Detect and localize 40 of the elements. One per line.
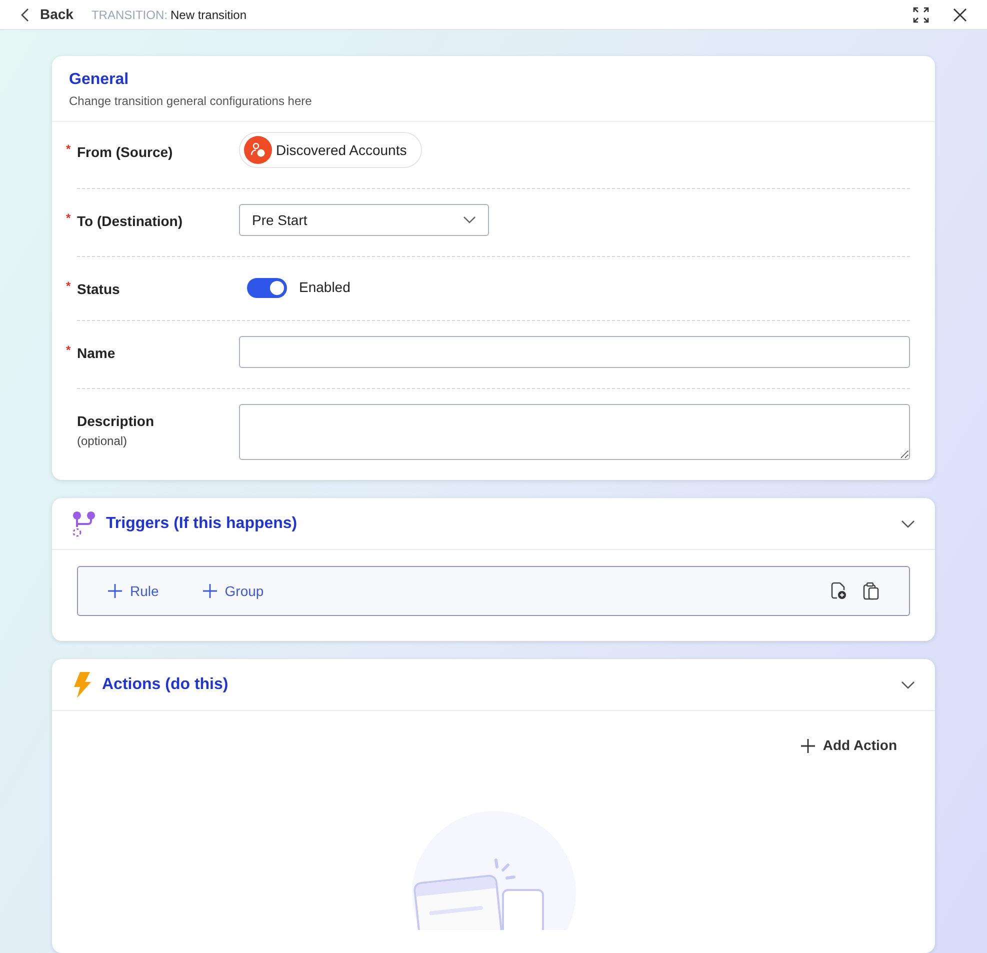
field-label: To (Destination): [77, 212, 183, 231]
chevron-icon[interactable]: [901, 680, 915, 688]
branch-icon: [72, 510, 96, 536]
add-action-button[interactable]: Add Action: [800, 735, 897, 756]
required-mark: *: [66, 278, 71, 295]
close-icon[interactable]: [953, 8, 967, 22]
name-input[interactable]: [239, 336, 910, 368]
context-label: TRANSITION:: [91, 6, 168, 24]
field-label: From (Source): [77, 143, 173, 162]
back-icon: [20, 8, 30, 22]
section-subtitle: Change transition general configurations here: [69, 93, 313, 110]
add-rule-button[interactable]: Rule: [108, 580, 159, 602]
add-document-icon[interactable]: [831, 582, 847, 600]
field-label: Status: [77, 280, 120, 299]
plus-icon: [108, 584, 122, 598]
status-toggle[interactable]: [247, 278, 287, 298]
section-title: Actions (do this): [102, 674, 228, 694]
chevron-icon: [463, 216, 476, 224]
optional-note: (optional): [77, 433, 128, 450]
section-title: Triggers (If this happens): [106, 514, 298, 534]
source-chip[interactable]: Discovered Accounts: [239, 132, 422, 168]
clipboard-icon[interactable]: [863, 582, 879, 600]
lightning-icon: [72, 672, 92, 698]
field-label: Description: [77, 412, 154, 431]
add-group-button[interactable]: Group: [202, 580, 264, 602]
chevron-icon[interactable]: [901, 520, 915, 528]
fullscreen-icon[interactable]: [913, 6, 929, 22]
description-input[interactable]: [239, 404, 910, 460]
required-mark: *: [66, 342, 71, 359]
transition-name: New transition: [170, 6, 247, 24]
toggle-label: Enabled: [299, 278, 350, 297]
destination-select[interactable]: Pre Start: [239, 204, 489, 236]
plus-icon: [202, 584, 217, 598]
plus-icon: [800, 738, 815, 752]
required-mark: *: [66, 210, 71, 227]
section-title: General: [69, 70, 130, 90]
field-label: Name: [77, 344, 116, 363]
account-icon: [244, 136, 272, 164]
back-button[interactable]: Back: [20, 4, 74, 25]
required-mark: *: [66, 141, 71, 158]
